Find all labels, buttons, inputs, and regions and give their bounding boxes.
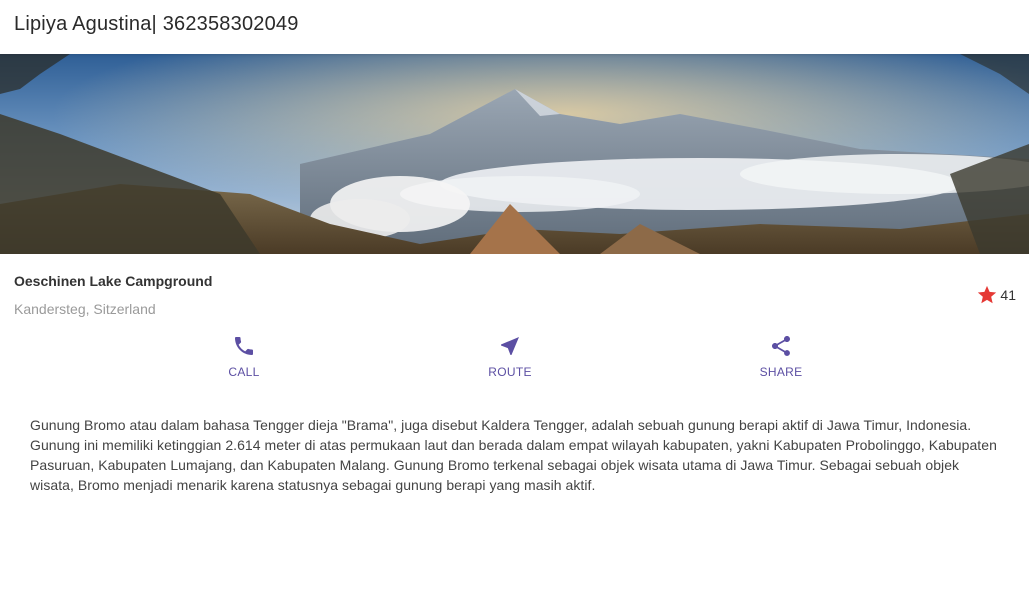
- place-location: Kandersteg, Sitzerland: [14, 301, 156, 317]
- call-label: CALL: [228, 365, 260, 379]
- hero-image: [0, 54, 1029, 254]
- star-icon: [978, 285, 997, 304]
- place-description: Gunung Bromo atau dalam bahasa Tengger d…: [30, 417, 997, 493]
- place-name: Oeschinen Lake Campground: [14, 273, 213, 289]
- action-bar: CALL ROUTE SHARE: [0, 334, 1029, 384]
- app-bar: Lipiya Agustina| 362358302049: [0, 0, 1029, 54]
- route-button[interactable]: ROUTE: [470, 334, 550, 384]
- mountain-landscape-photo: [0, 54, 1029, 254]
- rating-count: 41: [1000, 287, 1016, 303]
- app-bar-title: Lipiya Agustina| 362358302049: [14, 13, 299, 35]
- route-label: ROUTE: [488, 365, 532, 379]
- navigation-icon: [501, 337, 519, 355]
- share-icon: [772, 336, 790, 356]
- phone-icon: [235, 337, 253, 355]
- rating: 41: [976, 284, 1016, 306]
- call-button[interactable]: CALL: [204, 334, 284, 384]
- share-button[interactable]: SHARE: [741, 334, 821, 384]
- share-label: SHARE: [759, 365, 803, 379]
